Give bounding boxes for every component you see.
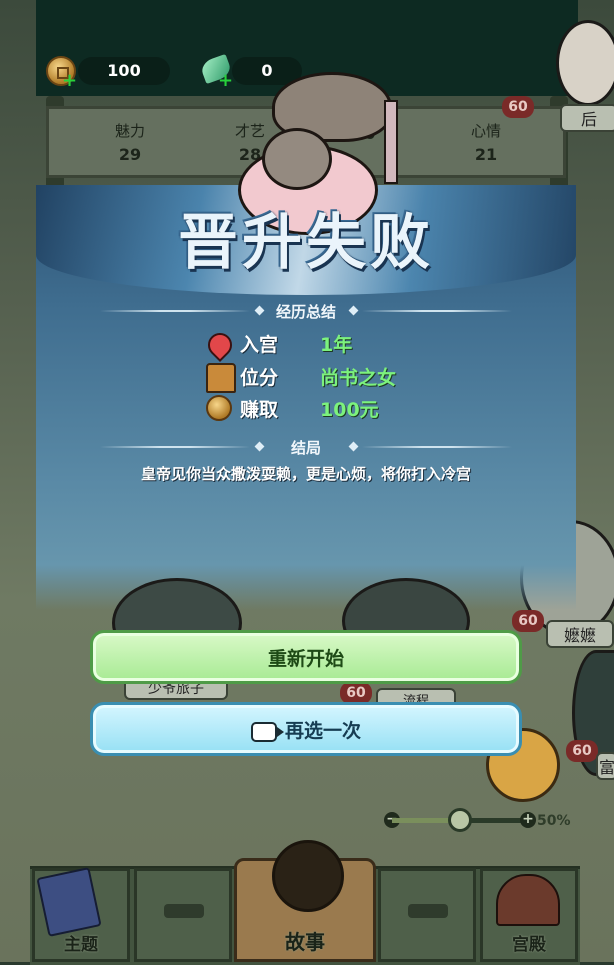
lock-icon [164, 904, 204, 918]
stat-charm: 魅力 29 [80, 120, 180, 164]
stat-value: 21 [474, 145, 498, 164]
stat-label: 心情 [470, 122, 501, 140]
divider-left [100, 310, 250, 312]
row-value: 1年 [320, 334, 353, 356]
add-coins-icon[interactable]: + [62, 72, 77, 90]
seal-icon [206, 363, 236, 393]
video-icon [250, 721, 284, 742]
summary-title: 经历总结 [275, 303, 336, 321]
coin-count: 100 [78, 57, 170, 85]
row-label: 赚取 [240, 399, 279, 421]
row-label: 位分 [240, 367, 279, 389]
zoom-slider-knob[interactable] [448, 808, 472, 832]
row-value: 尚书之女 [320, 367, 397, 389]
choose-again-button[interactable]: 再选一次 [90, 702, 522, 756]
empress-portrait[interactable] [556, 20, 614, 106]
ending-text: 皇帝见你当众撒泼耍赖，更是心烦，将你打入冷宫 [140, 465, 471, 483]
divider-right [362, 446, 512, 448]
hair-bun [262, 128, 332, 190]
result-title: 晋升失败 [178, 208, 434, 278]
restart-button[interactable]: 重新开始 [90, 630, 522, 684]
restart-label: 重新开始 [267, 648, 344, 670]
palace-icon [496, 874, 560, 926]
level-badge: 60 [566, 740, 598, 762]
char-label: 后 [560, 104, 614, 132]
row-label: 入宫 [240, 334, 279, 356]
level-badge: 60 [502, 96, 534, 118]
nav-label-palace: 宫殿 [512, 935, 546, 955]
stat-label: 魅力 [114, 122, 145, 140]
zoom-in-button[interactable]: + [520, 812, 536, 828]
char-label: 富 [596, 752, 614, 780]
stat-value: 29 [118, 145, 142, 164]
char-label: 嬷嬷 [546, 620, 614, 648]
coin-icon [206, 395, 232, 421]
zoom-percent: 50% [537, 813, 571, 829]
divider-left [100, 446, 250, 448]
stat-mood: 心情 21 [436, 120, 536, 164]
choose-again-label: 再选一次 [284, 720, 361, 742]
row-value: 100元 [320, 399, 379, 421]
lock-icon [408, 904, 448, 918]
divider-right [362, 310, 512, 312]
add-jade-icon[interactable]: + [218, 72, 233, 90]
level-badge: 60 [340, 682, 372, 704]
ending-title: 结局 [290, 439, 321, 457]
nav-label-theme: 主题 [64, 935, 98, 955]
level-badge: 60 [512, 610, 544, 632]
nav-label-story: 故事 [285, 930, 325, 954]
tassel [384, 100, 398, 184]
crown-icon [272, 840, 344, 912]
